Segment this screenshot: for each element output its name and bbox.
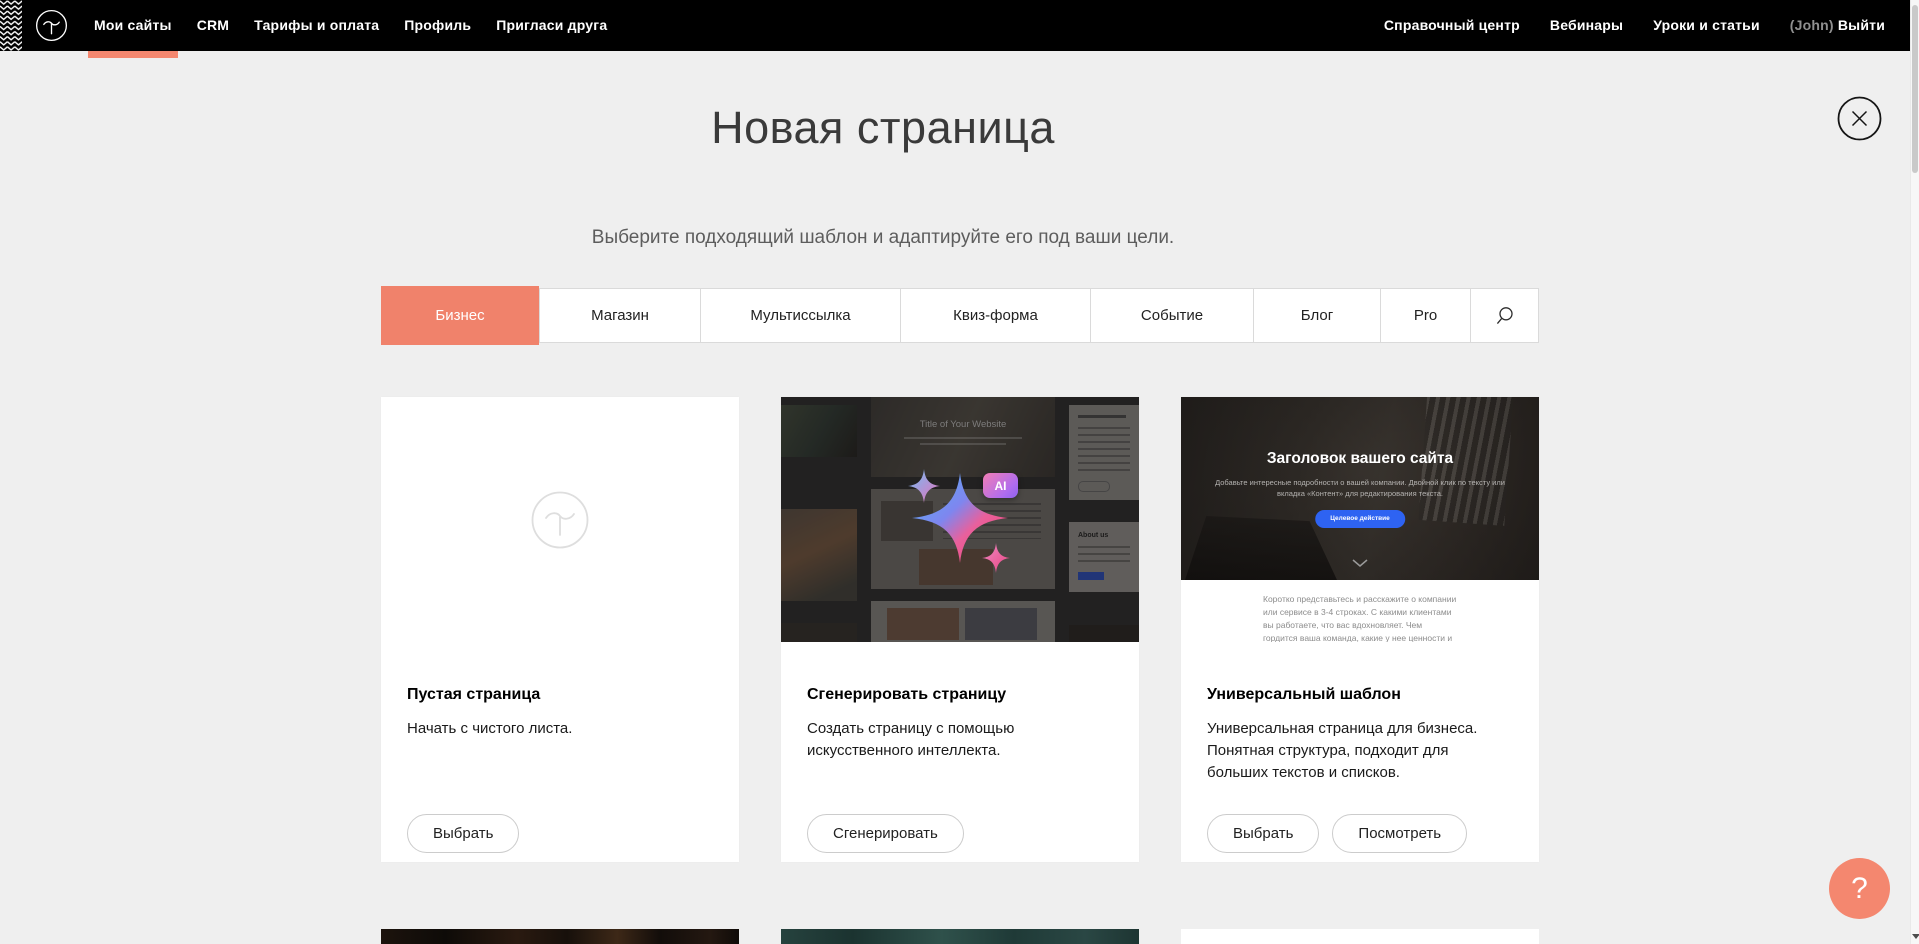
active-nav-underline xyxy=(88,51,178,58)
page-subtitle: Выберите подходящий шаблон и адаптируйте… xyxy=(0,227,1766,249)
ai-badge: AI xyxy=(983,473,1018,498)
nav-item-lessons-articles[interactable]: Уроки и статьи xyxy=(1653,0,1760,51)
tab-business[interactable]: Бизнес xyxy=(381,286,539,345)
user-name: (John) xyxy=(1790,17,1834,33)
ai-sparkle-icon xyxy=(781,397,1139,642)
card-body: Сгенерировать страницу Создать страницу … xyxy=(781,642,1139,862)
zigzag-icon xyxy=(0,0,22,51)
ai-generate-preview[interactable]: Title of Your Website xyxy=(781,397,1139,642)
view-button[interactable]: Посмотреть xyxy=(1332,814,1467,853)
template-card-universal: Заголовок вашего сайта Добавьте интересн… xyxy=(1181,397,1539,862)
app-window: Мои сайты CRM Тарифы и оплата Профиль Пр… xyxy=(0,0,1919,944)
template-cards-row-2 xyxy=(381,929,1539,944)
help-button[interactable]: ? xyxy=(1829,858,1890,919)
universal-template-preview[interactable]: Заголовок вашего сайта Добавьте интересн… xyxy=(1181,397,1539,642)
template-category-tabs: Бизнес Магазин Мультиссылка Квиз-форма С… xyxy=(381,288,1539,343)
nav-item-webinars[interactable]: Вебинары xyxy=(1550,0,1623,51)
preview-body: Коротко представьтесь и расскажите о ком… xyxy=(1181,580,1539,642)
tab-blog[interactable]: Блог xyxy=(1253,289,1380,342)
scrollbar-down-arrow[interactable] xyxy=(1911,933,1919,941)
tilda-logo[interactable] xyxy=(35,9,68,42)
nav-item-my-sites[interactable]: Мои сайты xyxy=(94,0,172,51)
tab-shop[interactable]: Магазин xyxy=(539,289,700,342)
select-button[interactable]: Выбрать xyxy=(407,814,519,853)
card-actions: Сгенерировать xyxy=(807,814,964,853)
nav-item-invite-friend[interactable]: Пригласи друга xyxy=(496,0,607,51)
page-title: Новая страница xyxy=(0,102,1766,154)
blank-page-preview[interactable] xyxy=(381,397,739,642)
close-icon xyxy=(1837,96,1882,141)
nav-item-profile[interactable]: Профиль xyxy=(404,0,471,51)
select-button[interactable]: Выбрать xyxy=(1207,814,1319,853)
preview-hero-title: Заголовок вашего сайта xyxy=(1181,450,1539,468)
scrollbar-thumb[interactable] xyxy=(1912,5,1918,173)
card-title: Универсальный шаблон xyxy=(1207,686,1401,704)
search-icon xyxy=(1494,305,1516,327)
logout-label: Выйти xyxy=(1838,17,1885,33)
card-description: Создать страницу с помощью искусственног… xyxy=(807,718,1113,762)
zigzag-pattern-decoration xyxy=(0,0,22,51)
nav-item-help-center[interactable]: Справочный центр xyxy=(1384,0,1520,51)
secondary-menu: Справочный центр Вебинары Уроки и статьи… xyxy=(1384,0,1885,51)
top-navigation: Мои сайты CRM Тарифы и оплата Профиль Пр… xyxy=(0,0,1919,51)
preview-hero-subtitle: Добавьте интересные подробности о вашей … xyxy=(1214,478,1506,499)
tilda-logo-watermark-icon xyxy=(530,490,590,550)
card-actions: Выбрать xyxy=(407,814,519,853)
template-card-partial[interactable] xyxy=(781,929,1139,944)
template-card-blank: Пустая страница Начать с чистого листа. … xyxy=(381,397,739,862)
nav-item-label: Мои сайты xyxy=(94,17,172,33)
close-button[interactable] xyxy=(1837,96,1882,141)
tab-quiz-form[interactable]: Квиз-форма xyxy=(900,289,1090,342)
card-description: Начать с чистого листа. xyxy=(407,718,572,740)
nav-item-tariffs-payment[interactable]: Тарифы и оплата xyxy=(254,0,379,51)
nav-item-logout[interactable]: (John) Выйти xyxy=(1790,0,1885,51)
card-description: Универсальная страница для бизнеса. Поня… xyxy=(1207,718,1513,784)
tab-pro[interactable]: Pro xyxy=(1380,289,1470,342)
scrollbar xyxy=(1910,0,1919,944)
main-menu: Мои сайты CRM Тарифы и оплата Профиль Пр… xyxy=(94,0,607,51)
template-cards-row: Пустая страница Начать с чистого листа. … xyxy=(381,397,1539,862)
template-card-ai-generate: Title of Your Website xyxy=(781,397,1139,862)
card-actions: Выбрать Посмотреть xyxy=(1207,814,1467,853)
preview-hero: Заголовок вашего сайта Добавьте интересн… xyxy=(1181,397,1539,580)
generate-button[interactable]: Сгенерировать xyxy=(807,814,964,853)
preview-hero-cta-button: Целевое действие xyxy=(1315,510,1405,528)
tab-event[interactable]: Событие xyxy=(1090,289,1253,342)
card-body: Пустая страница Начать с чистого листа. … xyxy=(381,642,739,862)
tab-search[interactable] xyxy=(1470,289,1538,342)
card-body: Универсальный шаблон Универсальная стран… xyxy=(1181,642,1539,862)
preview-body-text: Коротко представьтесь и расскажите о ком… xyxy=(1263,593,1457,642)
template-card-partial[interactable] xyxy=(381,929,739,944)
tilda-logo-icon xyxy=(35,9,68,42)
card-title: Пустая страница xyxy=(407,686,540,704)
card-title: Сгенерировать страницу xyxy=(807,686,1006,704)
nav-item-crm[interactable]: CRM xyxy=(197,0,229,51)
chevron-down-icon xyxy=(1352,554,1368,572)
tab-multilink[interactable]: Мультиссылка xyxy=(700,289,900,342)
template-card-partial[interactable] xyxy=(1181,929,1539,944)
